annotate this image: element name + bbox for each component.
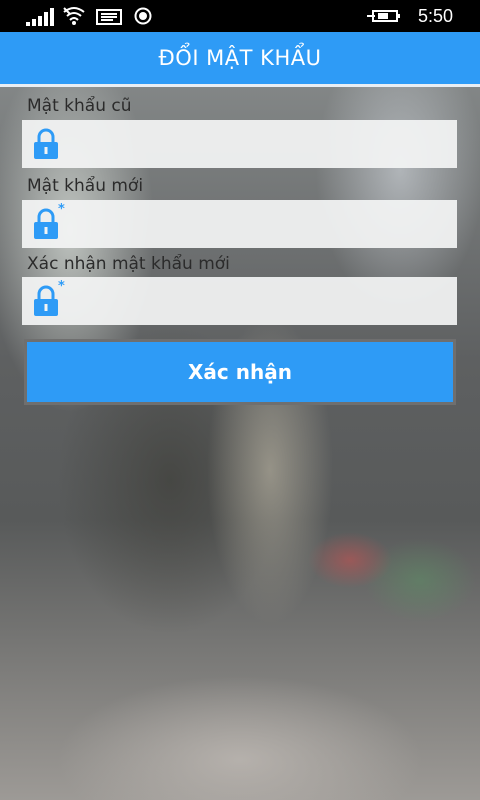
new-password-field[interactable]: * <box>22 200 457 248</box>
header-divider <box>0 84 480 87</box>
battery-charging-icon <box>367 10 400 22</box>
lock-icon <box>34 285 58 316</box>
status-bar: 5:50 <box>0 0 480 32</box>
confirm-password-field[interactable]: * <box>22 277 457 325</box>
message-icon <box>96 9 122 25</box>
page-title: ĐỔI MẬT KHẨU <box>158 46 322 70</box>
required-asterisk: * <box>58 279 65 294</box>
confirm-button-label: Xác nhận <box>188 360 292 384</box>
signal-icon <box>26 8 54 26</box>
wifi-icon <box>63 7 85 25</box>
old-password-label: Mật khẩu cũ <box>27 96 132 116</box>
lock-icon <box>34 208 58 239</box>
new-password-label: Mật khẩu mới <box>27 176 144 196</box>
required-asterisk: * <box>58 202 65 217</box>
status-time: 5:50 <box>418 6 454 26</box>
record-icon <box>134 7 152 25</box>
old-password-input[interactable] <box>72 120 452 168</box>
lock-icon <box>34 128 58 159</box>
new-password-input[interactable] <box>72 200 452 248</box>
app-header: ĐỔI MẬT KHẨU <box>0 32 480 84</box>
confirm-password-label: Xác nhận mật khẩu mới <box>27 254 230 274</box>
confirm-password-input[interactable] <box>72 277 452 325</box>
old-password-field[interactable] <box>22 120 457 168</box>
confirm-button[interactable]: Xác nhận <box>24 339 456 405</box>
